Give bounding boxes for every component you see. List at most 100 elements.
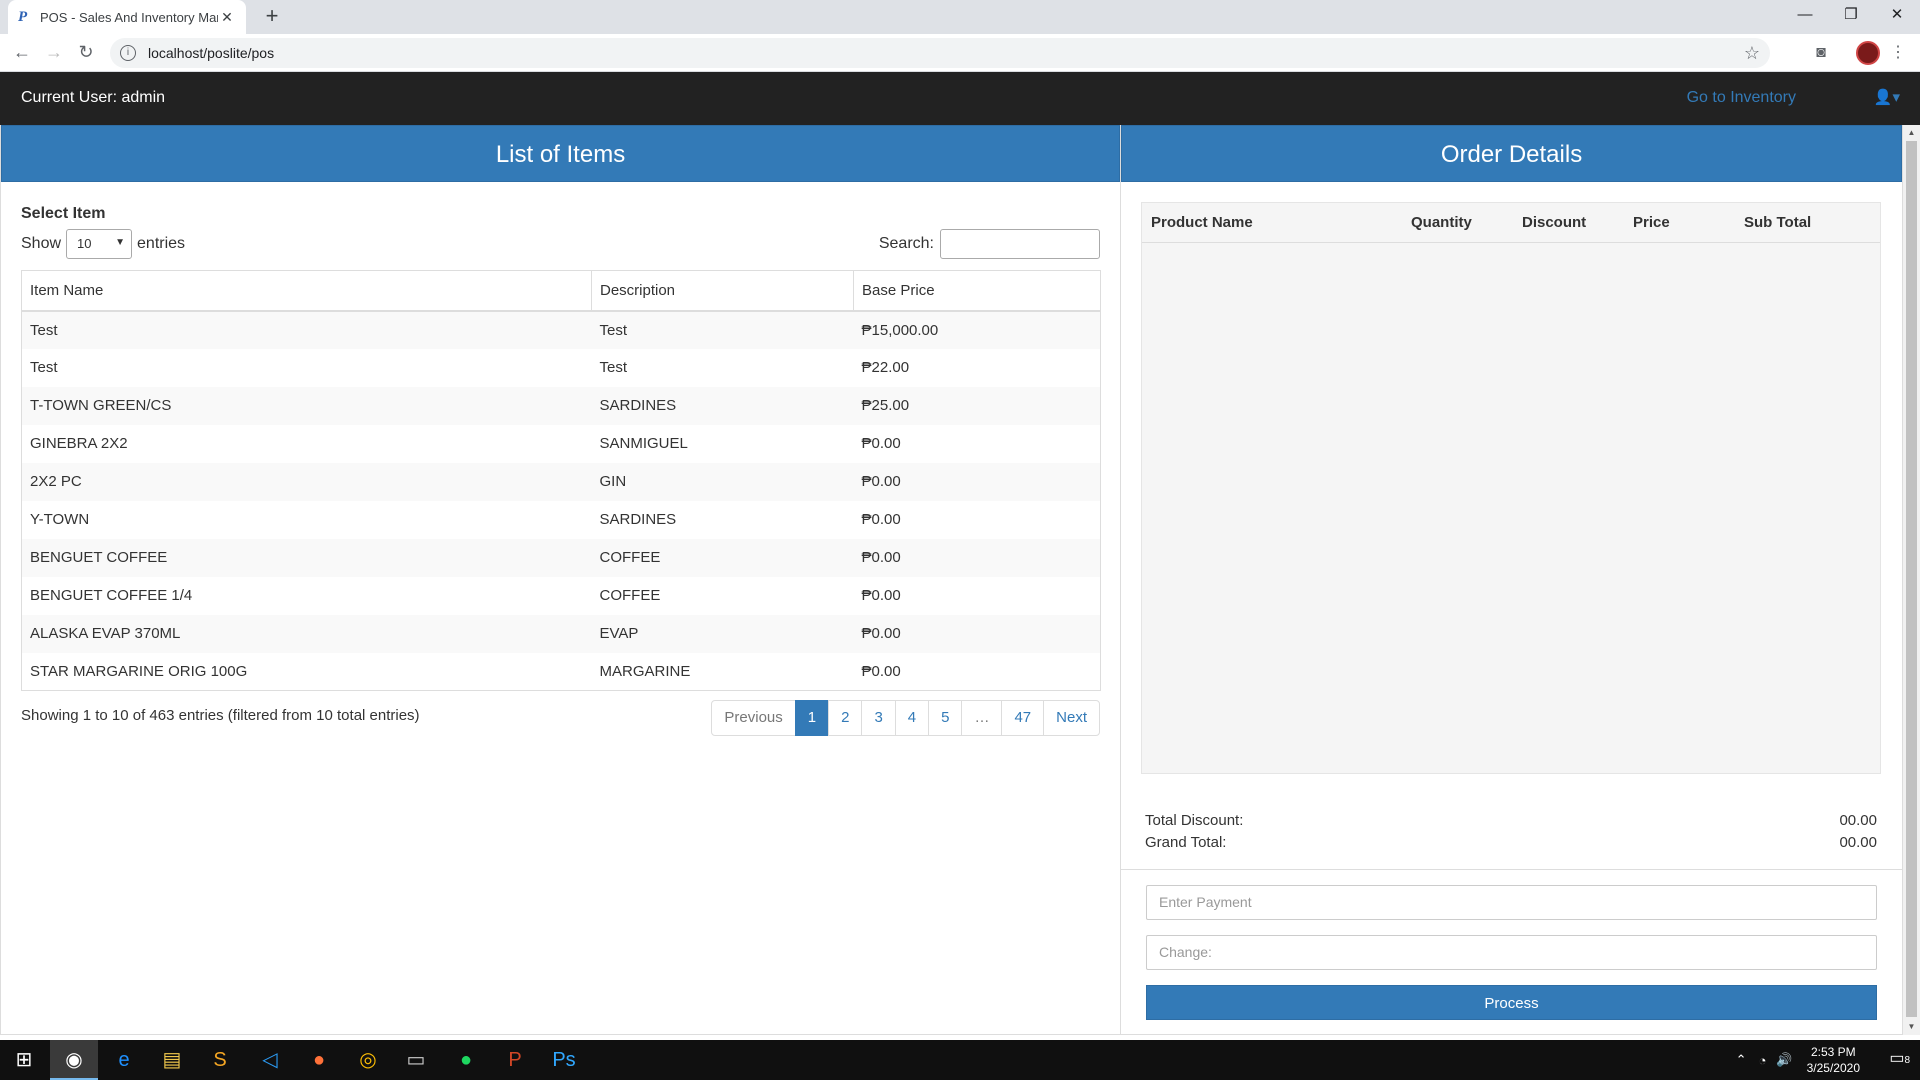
taskbar-clock[interactable]: 2:53 PM 3/25/2020: [1807, 1044, 1860, 1076]
price-cell: ₱0.00: [853, 500, 1101, 539]
go-to-inventory-link[interactable]: Go to Inventory: [1687, 89, 1796, 107]
windows-start-icon[interactable]: ⊞: [0, 1040, 48, 1080]
clock-time: 2:53 PM: [1810, 1045, 1856, 1059]
table-row[interactable]: GINEBRA 2X2 SANMIGUEL ₱0.00: [21, 424, 1101, 463]
search-control: Search:: [879, 229, 1100, 259]
pagination-next[interactable]: Next: [1043, 700, 1100, 736]
info-icon[interactable]: i: [120, 45, 136, 61]
network-icon[interactable]: ◔: [1759, 1053, 1767, 1068]
powerpoint-icon[interactable]: P: [491, 1040, 539, 1080]
table-row[interactable]: BENGUET COFFEE COFFEE ₱0.00: [21, 538, 1101, 577]
pagination-previous[interactable]: Previous: [711, 700, 796, 736]
order-panel-title: Order Details: [1121, 125, 1902, 182]
table-row[interactable]: STAR MARGARINE ORIG 100G MARGARINE ₱0.00: [21, 652, 1101, 691]
search-input[interactable]: [940, 229, 1100, 259]
back-arrow-icon[interactable]: ←: [8, 38, 36, 66]
scrollbar-thumb[interactable]: [1906, 141, 1917, 1017]
close-tab-icon[interactable]: ✕: [218, 9, 236, 26]
new-tab-icon[interactable]: +: [258, 2, 286, 30]
grand-total-value: 00.00: [1839, 834, 1877, 851]
browser-tab[interactable]: P POS - Sales And Inventory Mana ✕: [8, 0, 246, 34]
photoshop-icon[interactable]: Ps: [540, 1040, 588, 1080]
description-cell: COFFEE: [599, 587, 661, 604]
process-button[interactable]: Process: [1146, 985, 1877, 1020]
page-length-select[interactable]: 10 ▼: [66, 229, 133, 259]
table-row[interactable]: ALASKA EVAP 370ML EVAP ₱0.00: [21, 614, 1101, 653]
column-header-description[interactable]: Description: [591, 270, 854, 312]
close-window-icon[interactable]: ✕: [1874, 0, 1920, 30]
item-name-cell: ALASKA EVAP 370ML: [21, 614, 592, 653]
table-row[interactable]: BENGUET COFFEE 1/4 COFFEE ₱0.00: [21, 576, 1101, 615]
firefox-icon[interactable]: ●: [295, 1040, 343, 1080]
bookmark-star-icon[interactable]: ☆: [1744, 43, 1760, 64]
edge-icon[interactable]: e: [100, 1040, 148, 1080]
page-length-value: 10: [77, 236, 92, 251]
forward-arrow-icon[interactable]: →: [40, 38, 68, 66]
divider: [1121, 869, 1903, 870]
table-info-text: Showing 1 to 10 of 463 entries (filtered…: [21, 707, 420, 724]
scroll-up-icon[interactable]: ▲: [1903, 125, 1920, 141]
reload-icon[interactable]: ↻: [72, 38, 100, 66]
show-label: Show: [21, 235, 62, 252]
p-favicon-icon: P: [18, 8, 28, 25]
pagination-ellipsis: …: [961, 700, 1003, 736]
sublime-text-icon[interactable]: S: [196, 1040, 244, 1080]
table-row[interactable]: Test Test ₱15,000.00: [21, 310, 1101, 349]
terminal-icon[interactable]: ▭: [392, 1040, 440, 1080]
file-explorer-icon[interactable]: ▤: [148, 1040, 196, 1080]
order-panel: Order Details Product Name Quantity Disc…: [1121, 125, 1903, 1035]
vscode-icon[interactable]: ◁: [246, 1040, 294, 1080]
chrome-icon[interactable]: ◉: [50, 1040, 98, 1080]
volume-icon[interactable]: 🔊: [1776, 1052, 1792, 1068]
tab-title: POS - Sales And Inventory Mana: [40, 9, 218, 25]
change-field[interactable]: Change:: [1146, 935, 1877, 970]
minimize-icon[interactable]: —: [1782, 0, 1828, 30]
notification-count: 8: [1904, 1055, 1910, 1066]
pagination-page[interactable]: 2: [828, 700, 863, 736]
restore-icon[interactable]: ❐: [1828, 0, 1874, 30]
user-menu-icon[interactable]: 👤▾: [1874, 88, 1900, 106]
total-discount-row: Total Discount: 00.00: [1145, 812, 1877, 829]
pagination-page[interactable]: 3: [861, 700, 896, 736]
grand-total-label: Grand Total:: [1145, 834, 1227, 851]
description-cell: EVAP: [591, 614, 854, 653]
chrome-icon[interactable]: ◎: [344, 1040, 392, 1080]
chevron-up-icon[interactable]: ⌃: [1736, 1052, 1747, 1068]
grand-total-row: Grand Total: 00.00: [1145, 834, 1877, 851]
items-panel: List of Items Select Item Show 10 ▼ entr…: [0, 125, 1121, 1035]
price-cell: ₱0.00: [853, 614, 1101, 653]
pagination-page[interactable]: 4: [894, 700, 930, 736]
column-header-item-name[interactable]: Item Name: [21, 270, 592, 312]
app-navbar: Current User: admin Go to Inventory 👤▾: [0, 72, 1920, 125]
address-bar[interactable]: i localhost/poslite/pos ☆: [110, 38, 1770, 68]
item-name-cell: T-TOWN GREEN/CS: [21, 386, 592, 425]
price-cell: ₱0.00: [853, 538, 1101, 577]
pagination-page[interactable]: 5: [928, 700, 963, 736]
notification-icon[interactable]: ▭8: [1889, 1048, 1910, 1068]
price-cell: ₱0.00: [853, 652, 1101, 691]
description-cell: SARDINES: [591, 386, 854, 425]
profile-avatar[interactable]: [1856, 41, 1880, 65]
price-cell: ₱15,000.00: [853, 310, 1101, 349]
select-item-label: Select Item: [21, 205, 106, 222]
page-scrollbar[interactable]: ▲ ▼: [1903, 125, 1920, 1035]
column-header-base-price[interactable]: Base Price: [853, 270, 1101, 312]
item-name-cell: GINEBRA 2X2: [21, 424, 592, 463]
table-row[interactable]: T-TOWN GREEN/CS SARDINES ₱25.00: [21, 386, 1101, 425]
url-text: localhost/poslite/pos: [148, 45, 275, 61]
pagination-page[interactable]: 47: [1001, 700, 1045, 736]
camera-icon[interactable]: ◙: [1807, 39, 1835, 67]
table-row[interactable]: 2X2 PC GIN ₱0.00: [21, 462, 1101, 501]
order-table: Product Name Quantity Discount Price Sub…: [1141, 202, 1881, 774]
description-cell: COFFEE: [591, 538, 854, 577]
item-name-cell: Y-TOWN: [21, 500, 592, 539]
menu-dots-icon[interactable]: ⋮: [1884, 39, 1912, 67]
table-row[interactable]: Y-TOWN SARDINES ₱0.00: [21, 500, 1101, 539]
scroll-down-icon[interactable]: ▼: [1903, 1019, 1920, 1035]
spotify-icon[interactable]: ●: [442, 1040, 490, 1080]
column-header-price: Price: [1633, 214, 1670, 231]
payment-input[interactable]: Enter Payment: [1146, 885, 1877, 920]
pagination-page[interactable]: 1: [794, 700, 830, 736]
table-row[interactable]: Test Test ₱22.00: [21, 348, 1101, 387]
price-cell: ₱25.00: [853, 386, 1101, 425]
